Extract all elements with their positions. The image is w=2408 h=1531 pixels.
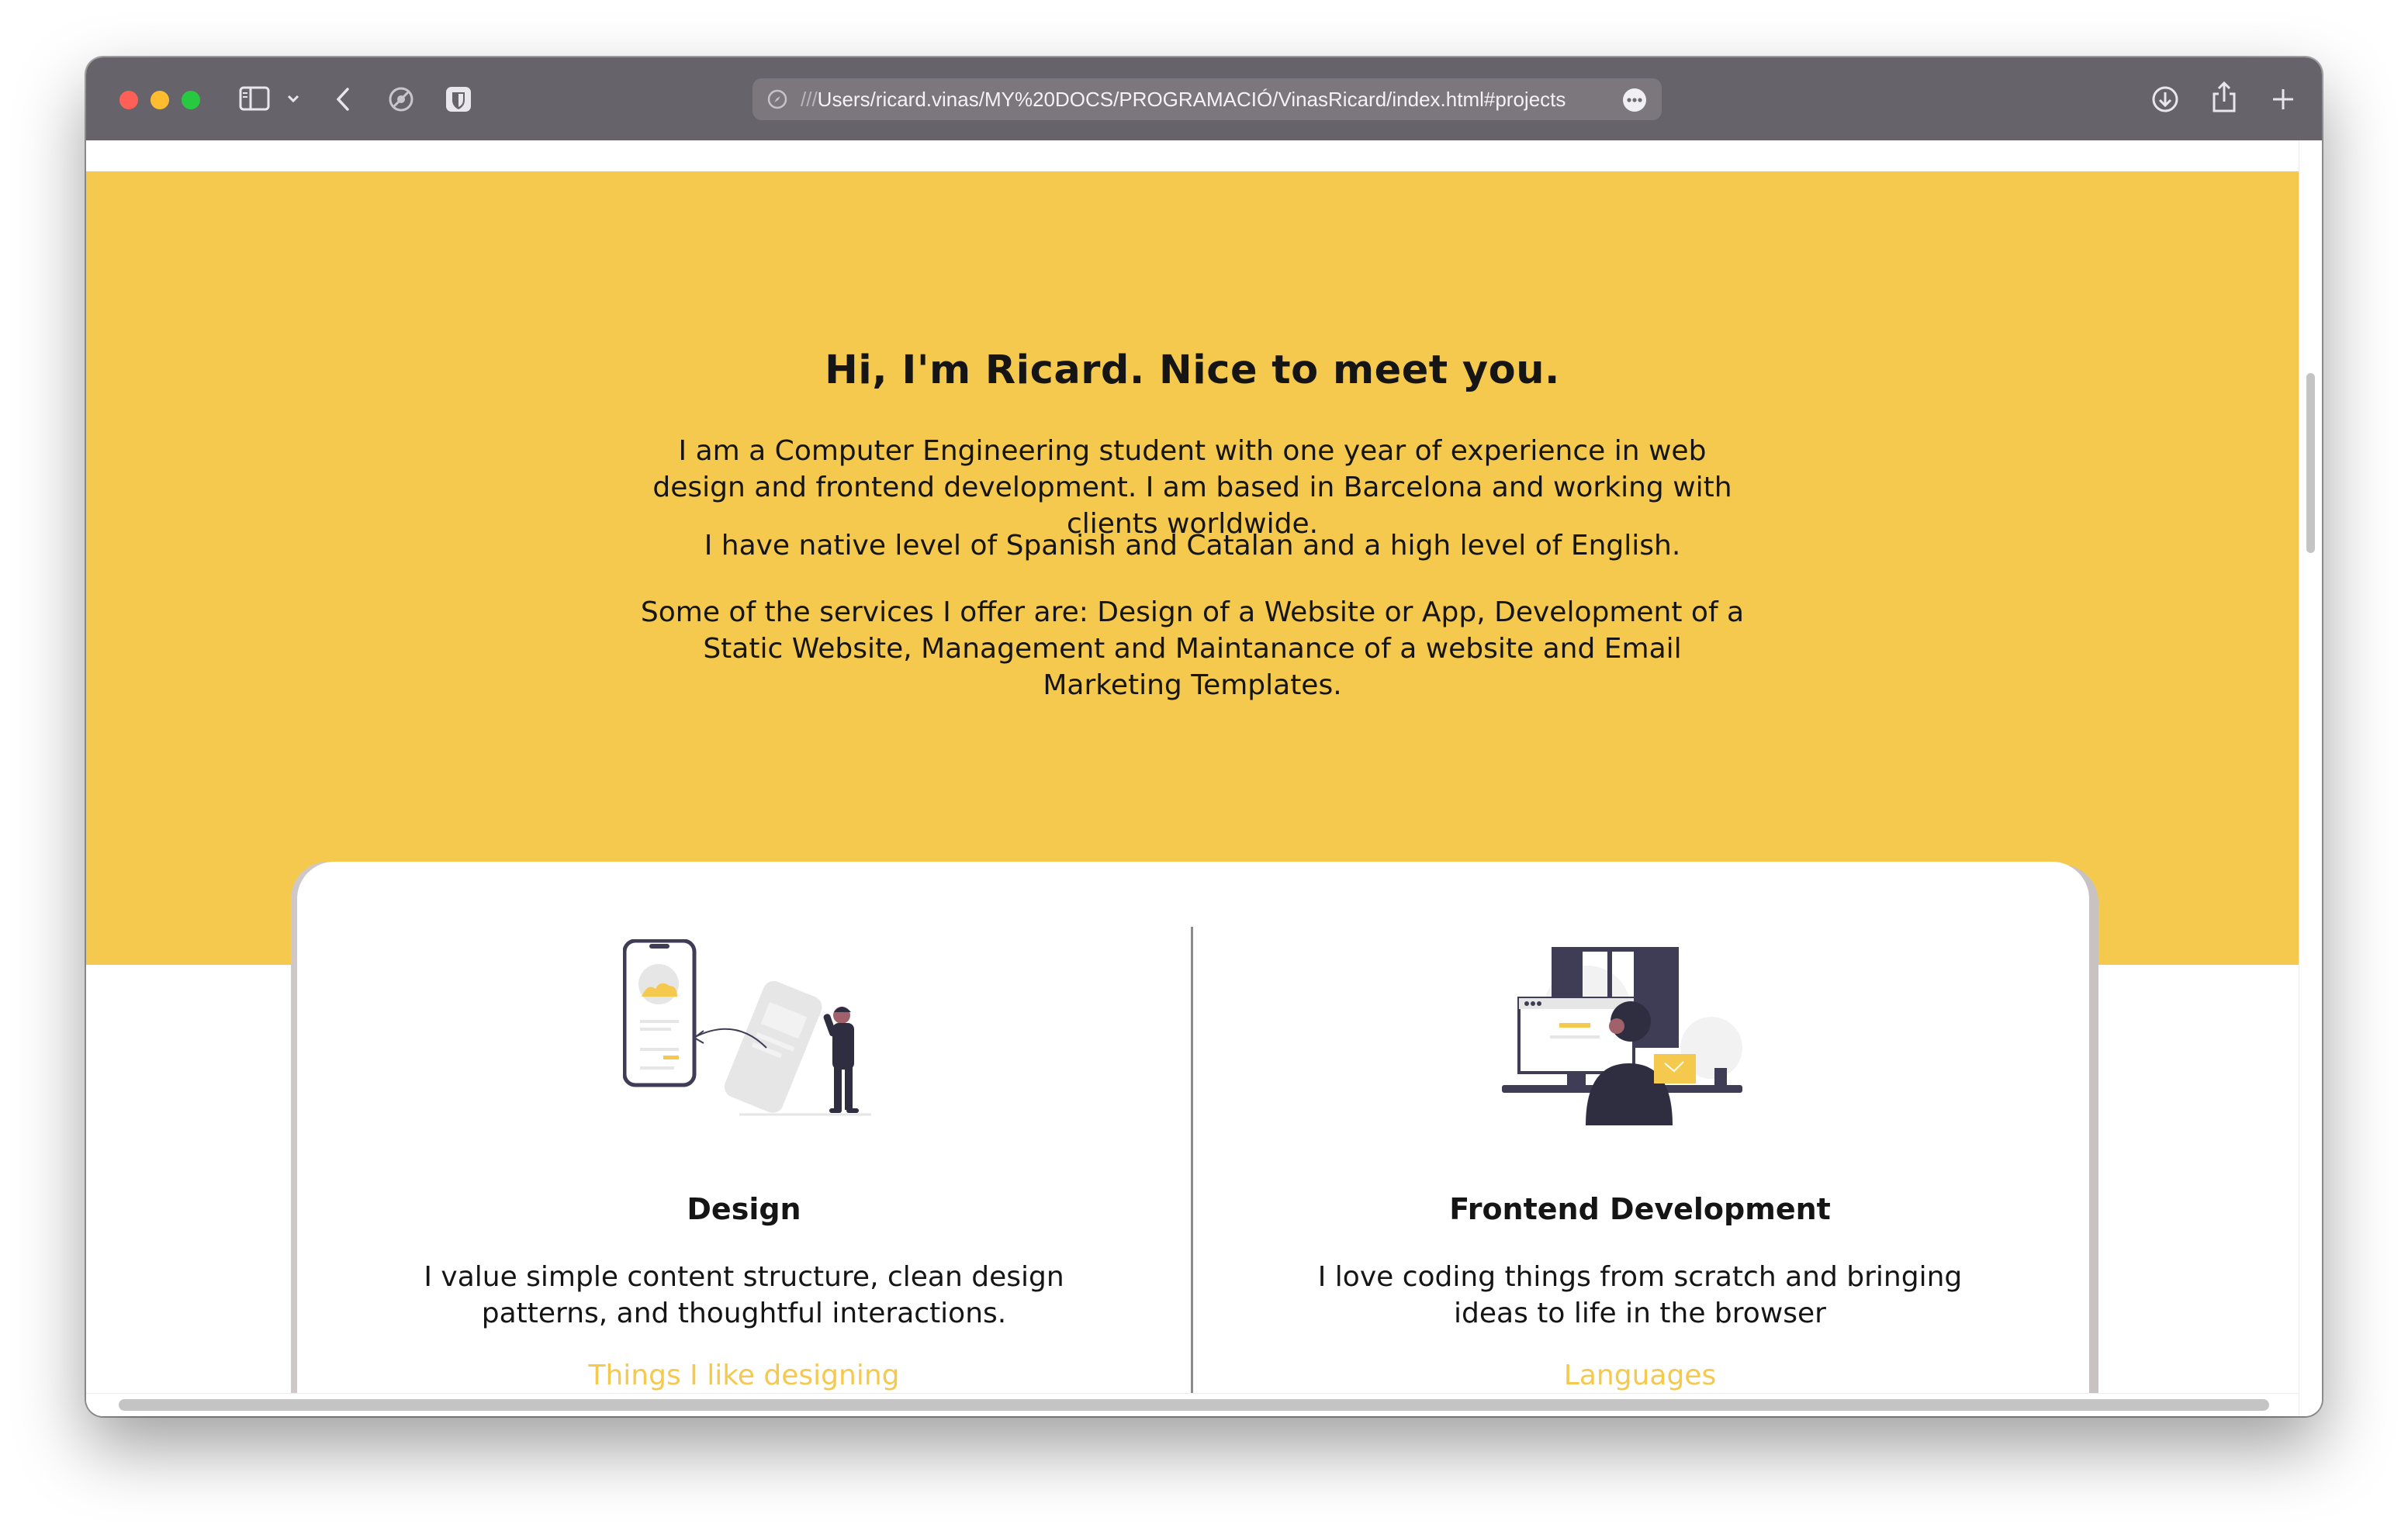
vertical-scrollbar-thumb[interactable] (2306, 373, 2315, 553)
sidebar-icon[interactable] (238, 85, 271, 112)
chevron-down-icon[interactable] (285, 92, 302, 105)
frontend-illustration (1502, 939, 1781, 1125)
browser-window: ///Users/ricard.vinas/MY%20DOCS/PROGRAMA… (86, 57, 2322, 1416)
design-things-link[interactable]: Things I like designing (297, 1360, 1191, 1391)
new-tab-icon[interactable] (2268, 84, 2299, 115)
close-window-button[interactable] (119, 91, 138, 109)
frontend-column: Frontend Development I love coding thing… (1193, 862, 2087, 1416)
hero-languages-paragraph: I have native level of Spanish and Catal… (704, 530, 1681, 562)
hero-section: Hi, I'm Ricard. Nice to meet you. I am a… (86, 171, 2299, 965)
zoom-window-button[interactable] (182, 91, 200, 109)
back-icon[interactable] (331, 84, 355, 115)
hero-title: Hi, I'm Ricard. Nice to meet you. (825, 347, 1560, 393)
horizontal-scrollbar-thumb[interactable] (119, 1399, 2269, 1411)
url-text[interactable]: ///Users/ricard.vinas/MY%20DOCS/PROGRAMA… (801, 78, 1566, 120)
page-top-strip (86, 140, 2299, 172)
skills-card: Design I value simple content structure,… (297, 862, 2089, 1416)
address-bar[interactable]: ///Users/ricard.vinas/MY%20DOCS/PROGRAMA… (752, 78, 1662, 120)
hero-intro-paragraph: I am a Computer Engineering student with… (652, 435, 1732, 540)
share-icon[interactable] (2209, 79, 2240, 115)
vertical-scrollbar-track[interactable] (2299, 140, 2322, 1416)
design-description: I value simple content structure, clean … (424, 1261, 1064, 1329)
browser-toolbar: ///Users/ricard.vinas/MY%20DOCS/PROGRAMA… (86, 57, 2322, 140)
frontend-title: Frontend Development (1449, 1192, 1831, 1226)
design-title: Design (687, 1192, 801, 1226)
download-icon[interactable] (2150, 84, 2181, 115)
url-path: Users/ricard.vinas/MY%20DOCS/PROGRAMACIÓ… (817, 88, 1566, 111)
privacy-icon[interactable] (386, 84, 417, 115)
compass-icon (766, 88, 788, 110)
minimize-window-button[interactable] (150, 91, 169, 109)
shield-extension-icon[interactable] (443, 84, 474, 115)
languages-link[interactable]: Languages (1193, 1360, 2087, 1391)
design-illustration (622, 938, 902, 1125)
url-scheme: /// (801, 88, 818, 111)
design-column: Design I value simple content structure,… (297, 862, 1191, 1416)
page-viewport: Hi, I'm Ricard. Nice to meet you. I am a… (86, 140, 2322, 1416)
more-icon[interactable] (1622, 88, 1647, 112)
hero-services-paragraph: Some of the services I offer are: Design… (640, 596, 1745, 701)
frontend-description: I love coding things from scratch and br… (1317, 1261, 1963, 1329)
